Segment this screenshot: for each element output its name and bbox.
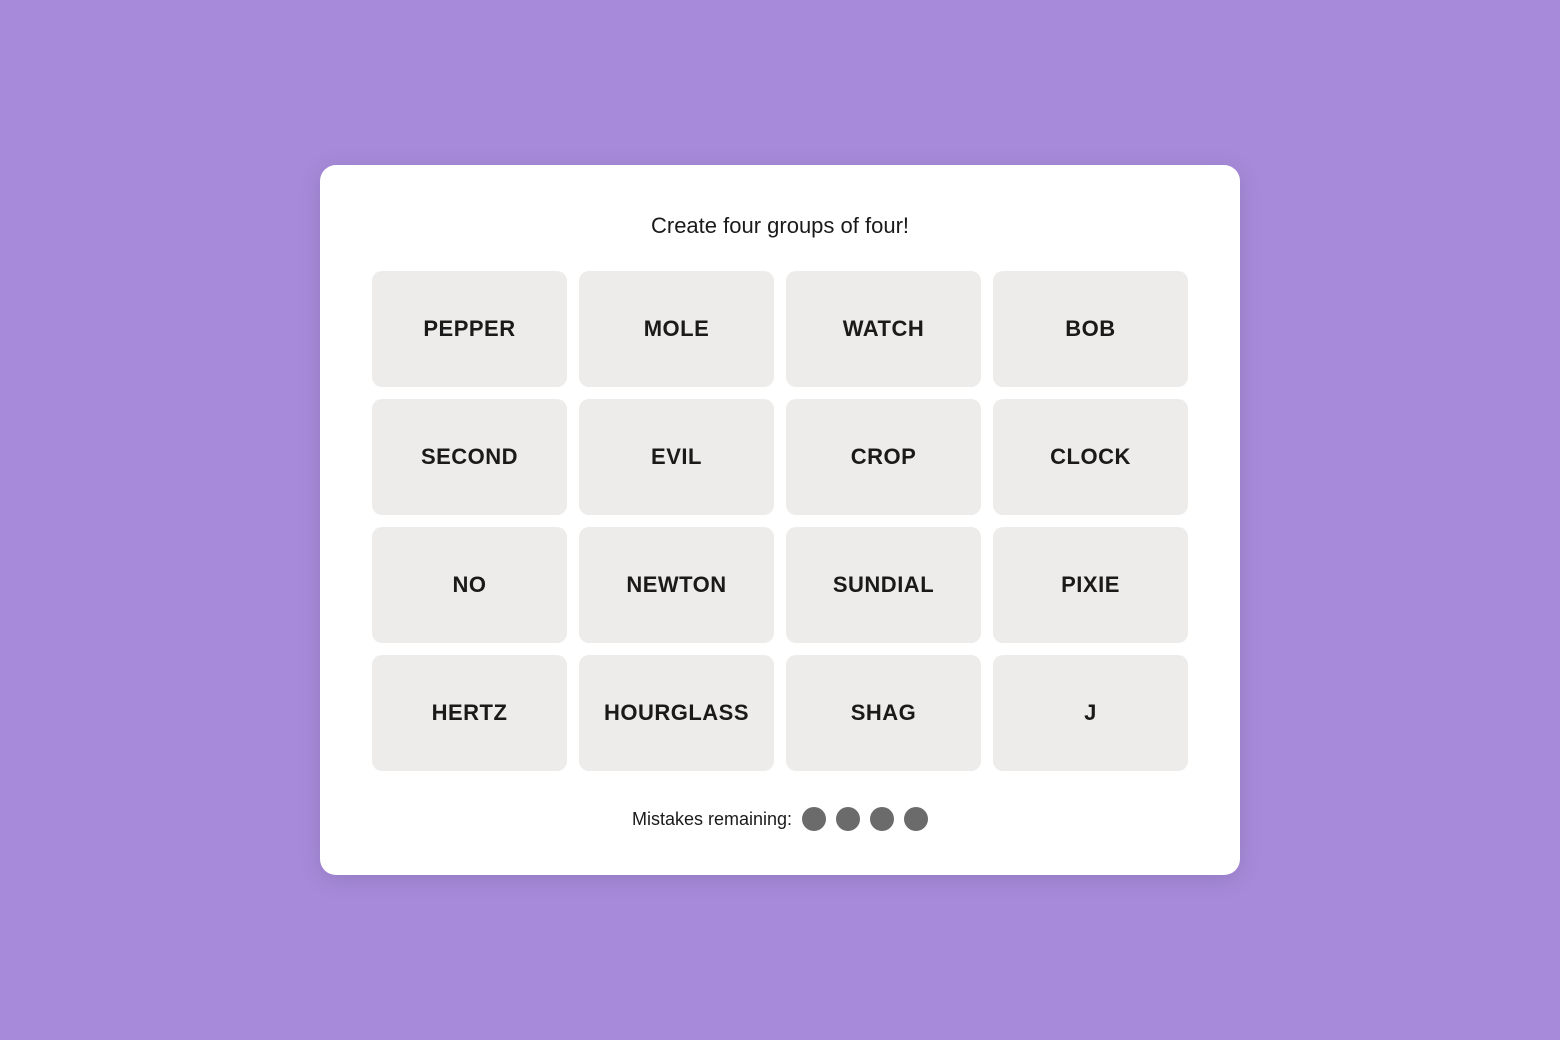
game-container: Create four groups of four! PEPPER MOLE WA… (320, 165, 1240, 875)
word-tile-label-second: SECOND (421, 444, 518, 470)
word-tile-evil[interactable]: EVIL (579, 399, 774, 515)
word-tile-label-pepper: PEPPER (423, 316, 515, 342)
word-tile-pepper[interactable]: PEPPER (372, 271, 567, 387)
word-tile-sundial[interactable]: SUNDIAL (786, 527, 981, 643)
word-tile-pixie[interactable]: PIXIE (993, 527, 1188, 643)
word-tile-label-watch: WATCH (843, 316, 925, 342)
word-tile-hourglass[interactable]: HOURGLASS (579, 655, 774, 771)
word-grid: PEPPER MOLE WATCH BOB SECOND EVIL CROP CLOCK NO N… (372, 271, 1188, 771)
mistake-dot-1 (802, 807, 826, 831)
word-tile-label-hourglass: HOURGLASS (604, 700, 749, 726)
word-tile-newton[interactable]: NEWTON (579, 527, 774, 643)
mistake-dot-2 (836, 807, 860, 831)
word-tile-watch[interactable]: WATCH (786, 271, 981, 387)
word-tile-second[interactable]: SECOND (372, 399, 567, 515)
mistake-dot-4 (904, 807, 928, 831)
mistakes-row: Mistakes remaining: (372, 807, 1188, 831)
word-tile-label-mole: MOLE (644, 316, 710, 342)
word-tile-label-crop: CROP (851, 444, 917, 470)
word-tile-shag[interactable]: SHAG (786, 655, 981, 771)
word-tile-label-pixie: PIXIE (1061, 572, 1120, 598)
word-tile-bob[interactable]: BOB (993, 271, 1188, 387)
word-tile-label-evil: EVIL (651, 444, 702, 470)
word-tile-label-newton: NEWTON (626, 572, 726, 598)
word-tile-no[interactable]: NO (372, 527, 567, 643)
mistakes-dots (802, 807, 928, 831)
mistakes-label: Mistakes remaining: (632, 809, 792, 830)
game-title: Create four groups of four! (372, 213, 1188, 239)
word-tile-mole[interactable]: MOLE (579, 271, 774, 387)
word-tile-label-no: NO (453, 572, 487, 598)
word-tile-label-clock: CLOCK (1050, 444, 1131, 470)
word-tile-j[interactable]: J (993, 655, 1188, 771)
word-tile-hertz[interactable]: HERTZ (372, 655, 567, 771)
word-tile-label-hertz: HERTZ (432, 700, 508, 726)
word-tile-crop[interactable]: CROP (786, 399, 981, 515)
word-tile-label-j: J (1084, 700, 1097, 726)
word-tile-label-bob: BOB (1065, 316, 1115, 342)
mistake-dot-3 (870, 807, 894, 831)
word-tile-clock[interactable]: CLOCK (993, 399, 1188, 515)
word-tile-label-shag: SHAG (851, 700, 917, 726)
word-tile-label-sundial: SUNDIAL (833, 572, 934, 598)
